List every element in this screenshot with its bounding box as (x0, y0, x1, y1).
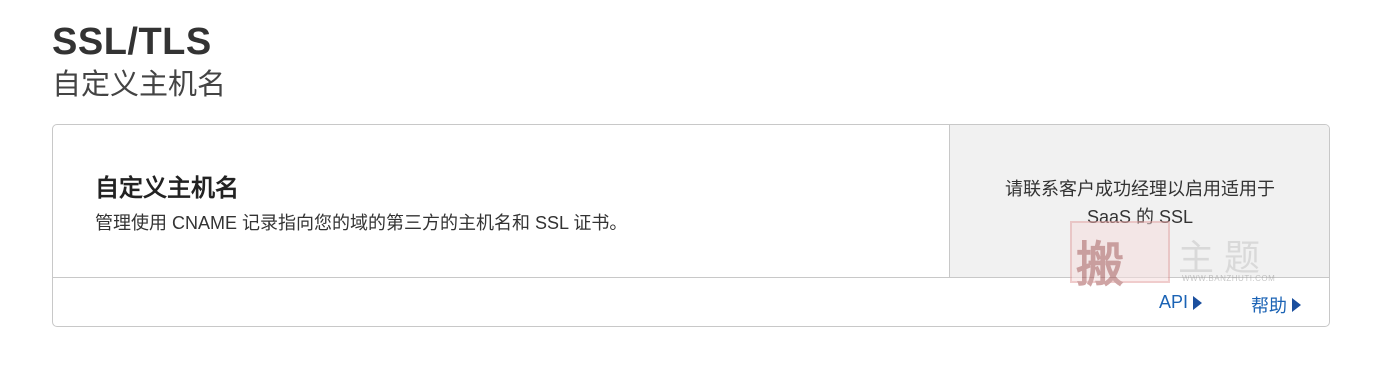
card-main-section: 自定义主机名 管理使用 CNAME 记录指向您的域的第三方的主机名和 SSL 证… (53, 125, 949, 277)
api-link[interactable]: API (1159, 292, 1203, 313)
watermark-seal: 搬 (1070, 221, 1170, 293)
card-description: 管理使用 CNAME 记录指向您的域的第三方的主机名和 SSL 证书。 (95, 213, 628, 233)
upgrade-notice-line1: 请联系客户成功经理以启用适用于 (1005, 179, 1275, 199)
card-heading: 自定义主机名 (95, 175, 239, 202)
card-body: 自定义主机名 管理使用 CNAME 记录指向您的域的第三方的主机名和 SSL 证… (53, 125, 1329, 293)
help-link[interactable]: 帮助 (1251, 292, 1301, 318)
custom-hostnames-card: 自定义主机名 管理使用 CNAME 记录指向您的域的第三方的主机名和 SSL 证… (52, 124, 1330, 327)
api-link-label: API (1159, 292, 1189, 312)
page-subtitle: 自定义主机名 (52, 69, 227, 101)
page-title: SSL/TLS (52, 21, 212, 63)
caret-right-icon (1292, 298, 1301, 312)
card-side-panel: 请联系客户成功经理以启用适用于 SaaS 的 SSL 搬 主题 WWW.BANZ… (949, 125, 1329, 293)
help-link-label: 帮助 (1251, 296, 1287, 316)
caret-right-icon (1193, 295, 1203, 310)
page-header: SSL/TLS 自定义主机名 (52, 20, 226, 104)
card-footer: API 帮助 (53, 278, 1329, 326)
